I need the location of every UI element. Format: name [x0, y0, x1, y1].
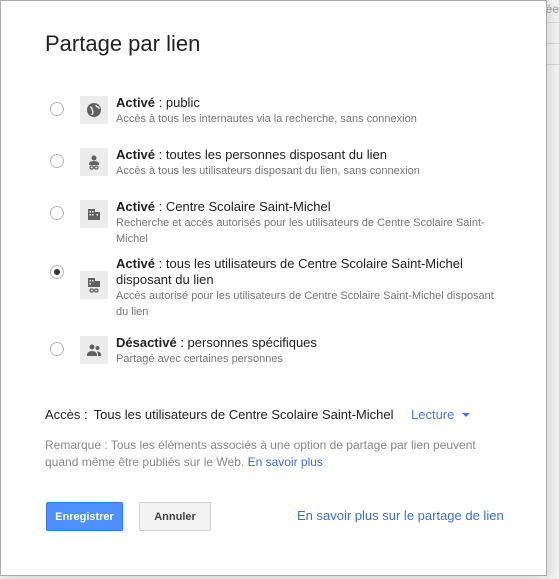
- sharing-note: Remarque : Tous les éléments associés à …: [45, 437, 485, 471]
- access-value: Tous les utilisateurs de Centre Scolaire…: [93, 407, 394, 422]
- option-target: : public: [155, 95, 200, 110]
- access-level-dropdown[interactable]: Lecture: [411, 407, 471, 422]
- save-button[interactable]: Enregistrer: [46, 502, 123, 531]
- background-text-fragment: ée: [545, 2, 559, 16]
- option-description: Accès à tous les internautes via la rech…: [116, 113, 417, 125]
- building-icon: [80, 200, 108, 228]
- globe-icon: [80, 96, 108, 124]
- option-status: Activé: [116, 256, 156, 271]
- radio-anyone-with-link[interactable]: [50, 154, 64, 168]
- option-target: : Centre Scolaire Saint-Michel: [155, 199, 331, 214]
- link-sharing-help-link[interactable]: En savoir plus sur le partage de lien: [297, 508, 504, 523]
- background-divider: [545, 64, 559, 65]
- person-link-icon: [80, 148, 108, 176]
- dialog-title: Partage par lien: [45, 31, 201, 56]
- link-sharing-dialog: Partage par lien Activé : public Accès à…: [0, 0, 547, 576]
- cancel-button[interactable]: Annuler: [139, 502, 211, 531]
- learn-more-link[interactable]: En savoir plus: [248, 455, 323, 469]
- radio-specific-people[interactable]: [50, 342, 64, 356]
- option-target: : personnes spécifiques: [176, 335, 317, 350]
- background-divider: [545, 22, 559, 23]
- option-status: Activé: [116, 199, 156, 214]
- option-status: Désactivé: [116, 335, 177, 350]
- access-label: Accès :: [45, 407, 88, 422]
- option-description: Accès à tous les utilisateurs disposant …: [116, 165, 420, 177]
- option-description: Recherche et accès autorisés pour les ut…: [116, 217, 485, 245]
- access-level-value: Lecture: [411, 407, 455, 422]
- option-target: : toutes les personnes disposant du lien: [155, 147, 388, 162]
- people-icon: [80, 336, 108, 364]
- background-page-edge: ée: [545, 0, 559, 579]
- caret-down-icon: [462, 413, 471, 417]
- option-target: : tous les utilisateurs de Centre Scolai…: [116, 256, 463, 287]
- radio-public[interactable]: [50, 102, 64, 116]
- option-description: Partagé avec certaines personnes: [116, 353, 283, 365]
- option-status: Activé: [116, 147, 156, 162]
- building-link-icon: [80, 271, 108, 299]
- access-row: Accès : Tous les utilisateurs de Centre S…: [45, 407, 471, 422]
- radio-domain[interactable]: [50, 206, 64, 220]
- background-divider: [545, 43, 559, 44]
- option-status: Activé: [116, 95, 156, 110]
- option-description: Accès autorisé pour les utilisateurs de …: [116, 290, 494, 318]
- radio-domain-with-link[interactable]: [50, 265, 64, 279]
